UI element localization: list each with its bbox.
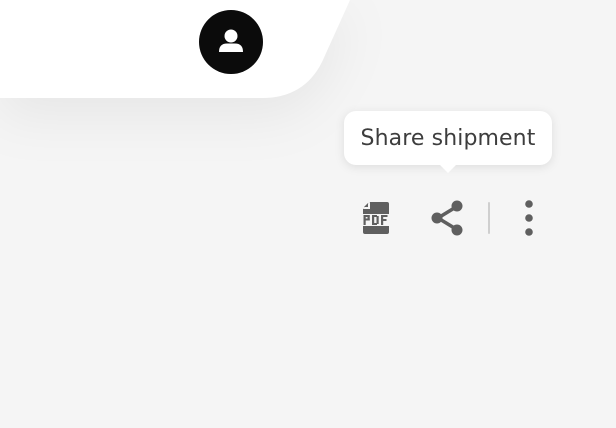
more-vertical-icon bbox=[525, 200, 533, 236]
pdf-icon bbox=[363, 202, 389, 234]
more-options-button[interactable] bbox=[505, 194, 553, 242]
share-icon bbox=[431, 200, 463, 236]
shipment-actions-toolbar bbox=[352, 194, 552, 242]
profile-avatar-button[interactable] bbox=[199, 10, 263, 74]
toolbar-divider bbox=[488, 202, 490, 234]
header-card-background bbox=[0, 0, 350, 98]
share-button[interactable] bbox=[424, 194, 472, 242]
share-tooltip-text: Share shipment bbox=[360, 125, 536, 151]
user-icon bbox=[219, 29, 243, 52]
share-tooltip: Share shipment bbox=[344, 111, 552, 173]
header-card bbox=[0, 0, 360, 100]
download-pdf-button[interactable] bbox=[352, 194, 400, 242]
